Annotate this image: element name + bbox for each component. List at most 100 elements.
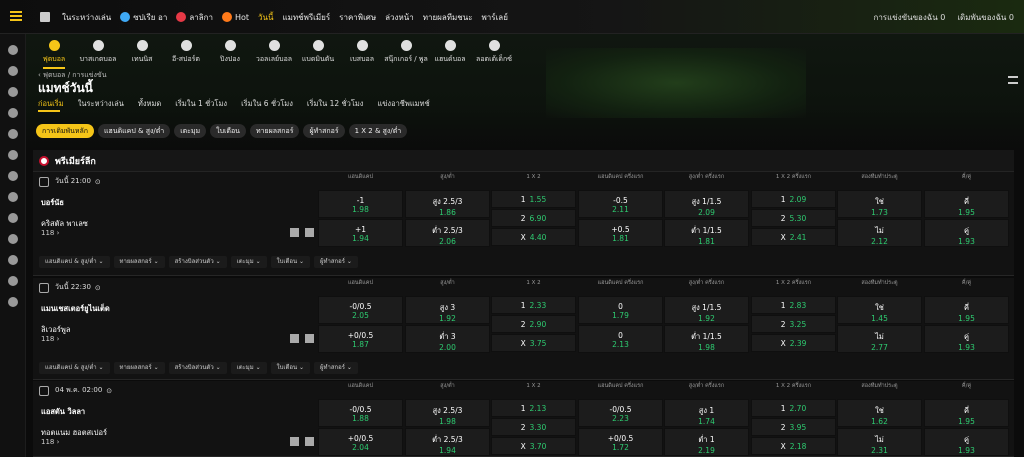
odds-cell[interactable]: X 3.70 (491, 437, 576, 455)
league-header[interactable]: พรีเมียร์ลีก (33, 150, 1014, 172)
odds-cell[interactable]: +1 1.94 (318, 219, 403, 247)
odds-cell[interactable]: ต่ำ 2.5/3 2.06 (405, 219, 490, 247)
market-tab[interactable]: ใบเตือน ⌄ (270, 256, 310, 268)
odds-cell[interactable]: X 3.75 (491, 334, 576, 352)
bet-type-chip[interactable]: เตะมุม (174, 124, 207, 138)
top-nav-item[interactable]: แมทช์พรีเมียร์ (282, 11, 330, 24)
market-tab[interactable]: ทายผลสกอร์ ⌄ (113, 256, 165, 268)
top-nav-item[interactable]: ในระหว่างเล่น (62, 11, 111, 24)
menu-icon[interactable] (10, 11, 22, 21)
odds-cell[interactable]: 2 3.25 (751, 315, 836, 333)
time-tab[interactable]: แข่งอาชีพแมทช์ (377, 98, 429, 110)
esports-icon[interactable] (7, 66, 18, 76)
live-stream-icon[interactable]: ⊙ (106, 387, 112, 395)
odds-cell[interactable]: X 2.41 (751, 228, 836, 246)
odds-cell[interactable]: คู่ 1.93 (924, 219, 1009, 247)
favorite-star-icon[interactable] (39, 176, 49, 187)
football-icon[interactable] (7, 45, 18, 55)
sport-tab-snooker[interactable]: สนุ๊กเกอร์ / พูล (384, 40, 428, 69)
odds-cell[interactable]: 2 3.95 (751, 418, 836, 436)
my-bets-link[interactable]: เดิมพันของฉัน 0 (957, 11, 1014, 24)
stats-chart-icon[interactable] (290, 334, 299, 343)
odds-cell[interactable]: สูง 1 1.74 (664, 399, 749, 427)
odds-cell[interactable]: คู่ 1.93 (924, 428, 1009, 456)
sport-tab-basketball[interactable]: บาสเกตบอล (76, 40, 120, 69)
volleyball-icon[interactable] (7, 171, 18, 181)
odds-cell[interactable]: ไม่ 2.31 (837, 428, 922, 456)
odds-cell[interactable]: ต่ำ 2.5/3 1.94 (405, 428, 490, 456)
live-stream-icon[interactable]: ⊙ (95, 178, 101, 186)
odds-cell[interactable]: 1 2.33 (491, 296, 576, 314)
odds-cell[interactable]: ไม่ 2.12 (837, 219, 922, 247)
odds-cell[interactable]: 1 2.13 (491, 399, 576, 417)
top-nav-item[interactable] (40, 12, 53, 22)
odds-cell[interactable]: ต่ำ 1/1.5 1.98 (664, 325, 749, 353)
sport-tab-football[interactable]: ฟุตบอล (32, 40, 76, 69)
time-tab[interactable]: ก่อนเริ่ม (38, 98, 64, 110)
odds-cell[interactable]: คี่ 1.95 (924, 296, 1009, 324)
odds-cell[interactable]: คี่ 1.95 (924, 190, 1009, 218)
time-tab[interactable]: ในระหว่างเล่น (78, 98, 124, 110)
odds-cell[interactable]: -1 1.98 (318, 190, 403, 218)
odds-cell[interactable]: คี่ 1.95 (924, 399, 1009, 427)
sport-tab-volleyball[interactable]: วอลเลย์บอล (252, 40, 296, 69)
market-tab[interactable]: ผู้ทำสกอร์ ⌄ (313, 256, 358, 268)
odds-cell[interactable]: +0/0.5 1.72 (578, 428, 663, 456)
top-nav-item[interactable]: ซปเรีย อา (120, 11, 167, 24)
more-markets-link[interactable]: 118 › (41, 438, 59, 446)
market-tab[interactable]: แฮนดิแคป & สูง/ต่ำ ⌄ (39, 362, 110, 374)
odds-cell[interactable]: 2 5.30 (751, 209, 836, 227)
odds-cell[interactable]: ไม่ 2.77 (837, 325, 922, 353)
sport-tab-lotto[interactable]: ลอตเต้เด็กซ์ (472, 40, 516, 69)
bet-type-chip[interactable]: แฮนดิแคป & สูง/ต่ำ (98, 124, 171, 138)
snooker-icon[interactable] (7, 213, 18, 223)
favorite-star-icon[interactable] (39, 282, 49, 293)
top-nav-item[interactable]: ราคาพิเศษ (339, 11, 376, 24)
odds-cell[interactable]: 1 2.70 (751, 399, 836, 417)
sport-tab-tennis[interactable]: เทนนิส (120, 40, 164, 69)
odds-cell[interactable]: 1 2.83 (751, 296, 836, 314)
sport-tab-esports[interactable]: อี-สปอร์ต (164, 40, 208, 69)
live-stream-icon[interactable]: ⊙ (95, 284, 101, 292)
boxing-icon[interactable] (7, 276, 18, 286)
tennis-icon[interactable] (7, 87, 18, 97)
odds-cell[interactable]: 1 2.09 (751, 190, 836, 208)
odds-cell[interactable]: 1 1.55 (491, 190, 576, 208)
badminton-icon[interactable] (7, 129, 18, 139)
time-tab[interactable]: เริ่มใน 1 ชั่วโมง (175, 98, 227, 110)
more-markets-link[interactable]: 118 › (41, 335, 59, 343)
odds-cell[interactable]: ใช่ 1.45 (837, 296, 922, 324)
stats-chart-icon[interactable] (290, 228, 299, 237)
odds-cell[interactable]: ต่ำ 3 2.00 (405, 325, 490, 353)
home-team[interactable]: แอสตัน วิลลา (41, 401, 107, 422)
bet-type-chip[interactable]: ผู้ทำสกอร์ (303, 124, 345, 138)
sport-tab-table-tennis[interactable]: ปิงปอง (208, 40, 252, 69)
my-matches-link[interactable]: การแข่งขันของฉัน 0 (873, 11, 945, 24)
match-info-icon[interactable] (305, 437, 314, 446)
time-tab[interactable]: เริ่มใน 6 ชั่วโมง (241, 98, 293, 110)
stats-chart-icon[interactable] (290, 437, 299, 446)
top-nav-item[interactable]: วันนี้ (258, 11, 273, 24)
odds-cell[interactable]: +0/0.5 1.87 (318, 325, 403, 353)
bet-type-chip[interactable]: การเดิมพันหลัก (36, 124, 95, 138)
odds-cell[interactable]: -0/0.5 1.88 (318, 399, 403, 427)
market-tab[interactable]: ผู้ทำสกอร์ ⌄ (313, 362, 358, 374)
market-tab[interactable]: ทายผลสกอร์ ⌄ (113, 362, 165, 374)
odds-cell[interactable]: ต่ำ 1 2.19 (664, 428, 749, 456)
sport-tab-badminton[interactable]: แบดมินตัน (296, 40, 340, 69)
bet-type-chip[interactable]: ใบเตือน (210, 124, 246, 138)
odds-cell[interactable]: สูง 1/1.5 2.09 (664, 190, 749, 218)
favorite-star-icon[interactable] (39, 385, 49, 396)
odds-cell[interactable]: -0/0.5 2.05 (318, 296, 403, 324)
table-tennis-icon[interactable] (7, 150, 18, 160)
odds-cell[interactable]: สูง 1/1.5 1.92 (664, 296, 749, 324)
odds-cell[interactable]: ใช่ 1.62 (837, 399, 922, 427)
time-tab[interactable]: เริ่มใน 12 ชั่วโมง (307, 98, 364, 110)
baseball-icon[interactable] (7, 192, 18, 202)
odds-cell[interactable]: -0/0.5 2.23 (578, 399, 663, 427)
home-team[interactable]: บอร์นัธ (41, 192, 88, 213)
sport-tab-baseball[interactable]: เบสบอล (340, 40, 384, 69)
odds-cell[interactable]: X 2.39 (751, 334, 836, 352)
top-nav-item[interactable]: ล่วงหน้า (385, 11, 414, 24)
odds-cell[interactable]: +0.5 1.81 (578, 219, 663, 247)
